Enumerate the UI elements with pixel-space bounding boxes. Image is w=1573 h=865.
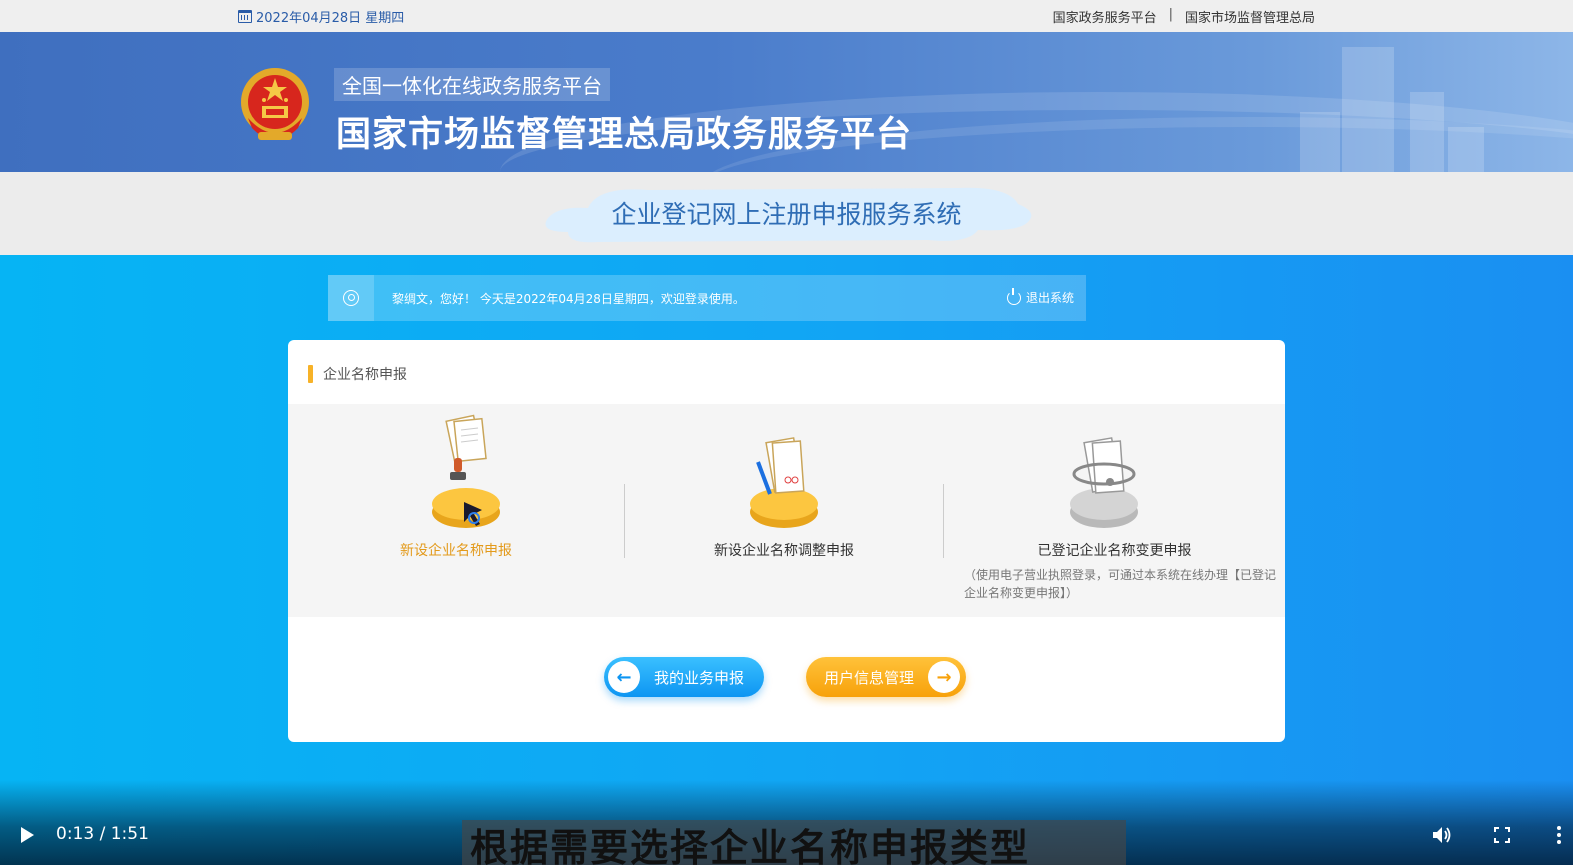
my-business-label: 我的业务申报: [654, 668, 745, 687]
caption-text: 根据需要选择企业名称申报类型: [470, 826, 1031, 865]
welcome-bar: 黎绸文，您好！ 今天是2022年04月28日星期四，欢迎登录使用。 退出系统: [328, 275, 1086, 321]
more-options-icon[interactable]: [1557, 825, 1561, 845]
card-heading: 企业名称申报: [308, 364, 407, 384]
option-new-name-declaration[interactable]: 新设企业名称申报: [288, 404, 624, 617]
card-heading-text: 企业名称申报: [323, 367, 407, 383]
header-banner: 全国一体化在线政务服务平台 国家市场监督管理总局政务服务平台: [0, 32, 1573, 172]
main-area: 黎绸文，您好！ 今天是2022年04月28日星期四，欢迎登录使用。 退出系统 企…: [0, 255, 1573, 865]
link-samr[interactable]: 国家市场监督管理总局: [1185, 7, 1315, 26]
declaration-options: 新设企业名称申报 新设企业名称调整申报 已登记企业名称变更申报 （使用电子营业执…: [288, 404, 1285, 617]
calendar-icon: [238, 10, 252, 23]
banner-subtitle: 全国一体化在线政务服务平台: [334, 68, 610, 101]
play-icon[interactable]: [21, 827, 34, 843]
name-declaration-card: 企业名称申报 新设企业名称申报 新设企业名称调整申报 已登记企业名称变更申报 （…: [288, 340, 1285, 742]
option-registered-name-change[interactable]: 已登记企业名称变更申报 （使用电子营业执照登录，可通过本系统在线办理【已登记企业…: [944, 404, 1285, 617]
link-national-gov-platform[interactable]: 国家政务服务平台: [1053, 7, 1157, 26]
option-new-name-adjustment[interactable]: 新设企业名称调整申报: [625, 404, 943, 617]
national-emblem-icon: [241, 68, 309, 140]
power-icon: [1006, 287, 1021, 305]
system-title-band: 企业登记网上注册申报服务系统: [0, 172, 1573, 255]
video-time: 0:13 / 1:51: [56, 824, 149, 844]
date-text: 2022年04月28日 星期四: [256, 11, 405, 26]
logout-label: 退出系统: [1025, 291, 1074, 305]
date-display: 2022年04月28日 星期四: [238, 7, 404, 26]
logout-button[interactable]: 退出系统: [1006, 287, 1074, 306]
option-note: （使用电子营业执照登录，可通过本系统在线办理【已登记企业名称变更申报】）: [964, 568, 1277, 600]
stamp-icon: [432, 414, 500, 528]
top-bar: 2022年04月28日 星期四 国家政务服务平台 | 国家市场监督管理总局: [0, 0, 1573, 32]
user-info-label: 用户信息管理: [824, 668, 915, 687]
arrow-right-icon: →: [928, 661, 961, 693]
system-title: 企业登记网上注册申报服务系统: [611, 200, 962, 229]
option-label: 新设企业名称申报: [400, 543, 512, 559]
video-caption: 根据需要选择企业名称申报类型: [462, 820, 1126, 865]
volume-icon[interactable]: [1432, 826, 1452, 844]
heading-accent-bar: [308, 365, 313, 383]
link-separator: |: [1168, 7, 1173, 22]
option-label: 已登记企业名称变更申报: [1037, 543, 1192, 559]
welcome-message: 黎绸文，您好！ 今天是2022年04月28日星期四，欢迎登录使用。: [392, 292, 745, 306]
banner-title: 国家市场监督管理总局政务服务平台: [336, 115, 913, 155]
user-icon: [328, 275, 374, 321]
arrow-left-icon: ←: [608, 661, 640, 693]
top-links: 国家政务服务平台 | 国家市场监督管理总局: [1053, 7, 1315, 26]
document-pen-icon: [750, 437, 818, 528]
fullscreen-icon[interactable]: [1494, 827, 1510, 843]
user-info-management-button[interactable]: 用户信息管理 →: [806, 657, 966, 697]
document-ring-icon: [1070, 437, 1138, 528]
my-business-declaration-button[interactable]: ← 我的业务申报: [604, 657, 764, 697]
option-label: 新设企业名称调整申报: [714, 543, 854, 559]
